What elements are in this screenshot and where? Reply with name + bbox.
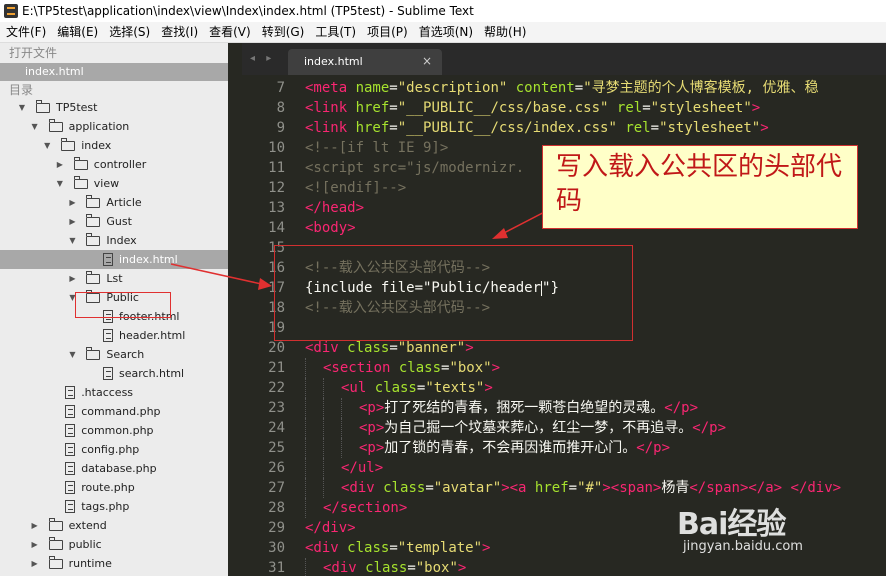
baidu-jingyan-watermark: Bai经验 jingyan.baidu.com: [677, 497, 886, 576]
watermark-logo: Bai经验: [677, 507, 786, 542]
arrow-head-file: [258, 278, 272, 290]
arrow-line-file: [170, 263, 267, 286]
arrow-head-callout: [492, 228, 508, 239]
callout-text: 写入载入公共区的头部代码: [556, 152, 843, 216]
annotation-callout: 写入载入公共区的头部代码: [542, 145, 858, 229]
annotation-arrows: [170, 204, 559, 290]
watermark-url: jingyan.baidu.com: [683, 539, 803, 554]
